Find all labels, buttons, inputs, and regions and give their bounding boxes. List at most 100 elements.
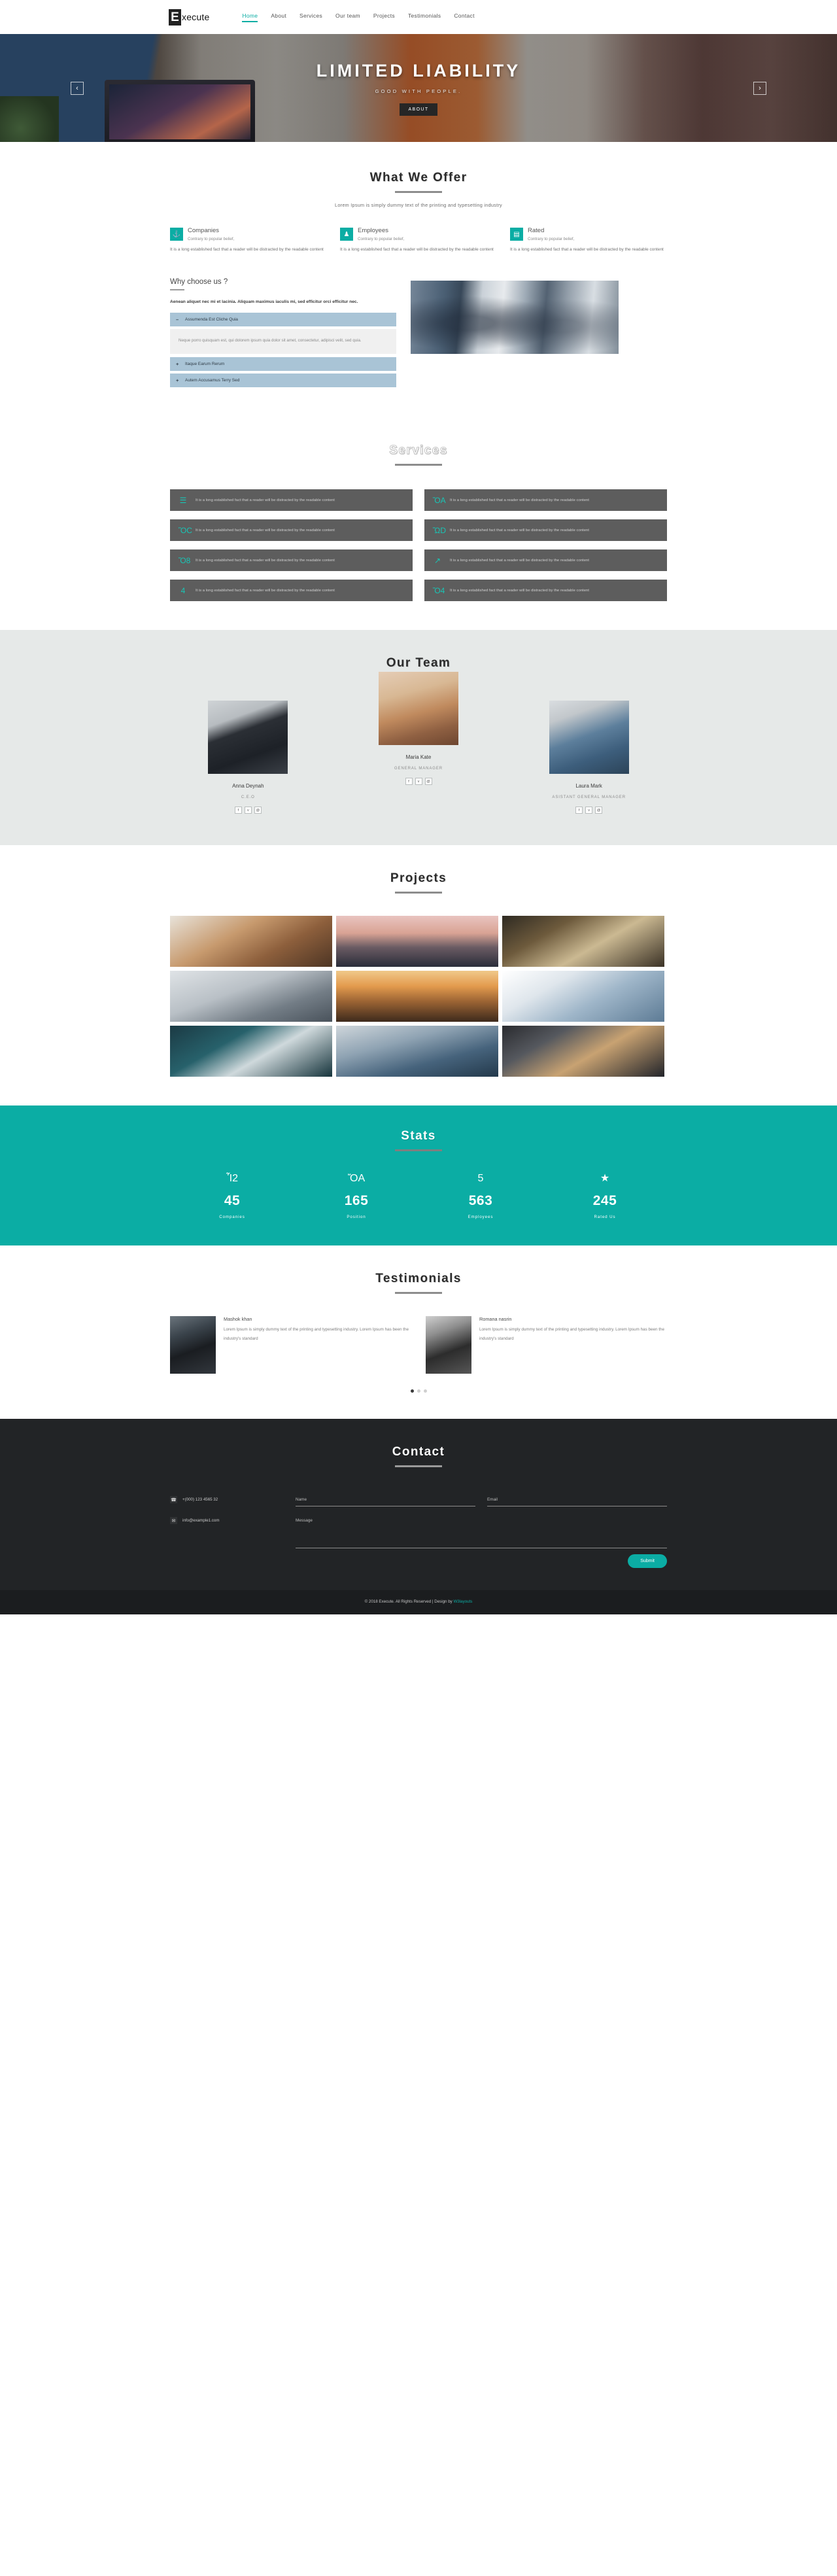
- name-input[interactable]: [296, 1497, 475, 1506]
- contact-section: Contact ☎ +(000) 123 4565 32 ✉ info@exam…: [0, 1419, 837, 1590]
- contact-heading-rule: [395, 1465, 442, 1467]
- team-member-card: Maria Kate GENERAL MANAGER f ᴠ @: [341, 672, 497, 785]
- plus-icon: +: [176, 361, 180, 367]
- accordion-label: Itaque Earum Rerum: [185, 362, 224, 366]
- project-thumbnail[interactable]: [502, 916, 664, 967]
- service-card-text: It is a long established fact that a rea…: [196, 527, 335, 534]
- projects-heading-rule: [395, 892, 442, 894]
- facebook-icon[interactable]: f: [405, 778, 413, 785]
- submit-button[interactable]: Submit: [628, 1554, 667, 1568]
- logo[interactable]: E xecute: [169, 9, 209, 26]
- what-we-offer-section: What We Offer Lorem Ipsum is simply dumm…: [0, 142, 837, 271]
- dribbble-icon[interactable]: @: [254, 807, 262, 814]
- offer-card: ▤ Rated Contrary to popular belief, It i…: [510, 228, 667, 254]
- people-icon: ὆5: [418, 1174, 543, 1184]
- project-thumbnail[interactable]: [502, 1026, 664, 1077]
- service-card[interactable]: ὌA It is a long established fact that a …: [424, 489, 667, 511]
- service-card[interactable]: ὬD It is a long established fact that a …: [424, 519, 667, 541]
- carousel-dot[interactable]: [411, 1389, 414, 1393]
- nav-item-contact[interactable]: Contact: [454, 12, 474, 22]
- shopping-bag-icon: ὬD: [433, 526, 442, 535]
- offer-card-title: Rated: [528, 228, 574, 235]
- project-thumbnail[interactable]: [170, 1026, 332, 1077]
- accordion-item-1[interactable]: – Assumenda Est Cliche Quia: [170, 313, 396, 326]
- carousel-dot[interactable]: [424, 1389, 427, 1393]
- twitter-icon[interactable]: ᴠ: [415, 778, 422, 785]
- project-thumbnail[interactable]: [336, 971, 498, 1022]
- service-card[interactable]: ☰ It is a long established fact that a r…: [170, 489, 413, 511]
- building-icon: Ἶ2: [170, 1174, 294, 1184]
- offer-card-subtitle: Contrary to popular belief,: [188, 237, 234, 241]
- designer-link[interactable]: W3layouts: [453, 1599, 472, 1604]
- team-member-name: Anna Deynah: [170, 783, 326, 789]
- service-card-text: It is a long established fact that a rea…: [196, 496, 335, 504]
- avatar: [170, 1316, 216, 1374]
- team-member-card: Anna Deynah C.E.O f ᴠ @: [170, 701, 326, 814]
- offer-card-grid: ⚓ Companies Contrary to popular belief, …: [170, 228, 667, 254]
- service-card[interactable]: Ὄ4 It is a long established fact that a …: [424, 580, 667, 601]
- offer-card-subtitle: Contrary to popular belief,: [528, 237, 574, 241]
- offer-card-body: It is a long established fact that a rea…: [340, 246, 497, 254]
- dribbble-icon[interactable]: @: [425, 778, 432, 785]
- nav-item-our-team[interactable]: Our team: [335, 12, 360, 22]
- accordion-panel-1: Neque porro quisquam est, qui dolorem ip…: [170, 329, 396, 354]
- carousel-next-icon[interactable]: ›: [753, 82, 766, 95]
- stat-item: Ἶ2 45 Companies: [170, 1174, 294, 1219]
- nav-item-about[interactable]: About: [271, 12, 286, 22]
- twitter-icon[interactable]: ᴠ: [585, 807, 592, 814]
- offer-card: ♟ Employees Contrary to popular belief, …: [340, 228, 497, 254]
- project-thumbnail[interactable]: [502, 971, 664, 1022]
- why-lead-text: Aenean aliquet nec mi et lacinia. Aliqua…: [170, 298, 396, 307]
- stat-number: 563: [418, 1193, 543, 1209]
- twitter-icon[interactable]: ᴠ: [245, 807, 252, 814]
- service-card[interactable]: ὋC It is a long established fact that a …: [170, 519, 413, 541]
- facebook-icon[interactable]: f: [575, 807, 583, 814]
- nav-item-projects[interactable]: Projects: [373, 12, 395, 22]
- service-card-text: It is a long established fact that a rea…: [450, 557, 589, 565]
- offer-card: ⚓ Companies Contrary to popular belief, …: [170, 228, 327, 254]
- document-icon: Ὄ4: [433, 586, 442, 595]
- briefcase-icon: ὋC: [179, 526, 188, 535]
- why-choose-us-image: [411, 281, 619, 354]
- testimonial-body: Lorem Ipsum is simply dummy text of the …: [224, 1325, 411, 1342]
- service-card-text: It is a long established fact that a rea…: [450, 496, 589, 504]
- project-thumbnail[interactable]: [336, 916, 498, 967]
- accordion-item-3[interactable]: + Autem Accusamus Terry Sed: [170, 374, 396, 387]
- team-grid: Anna Deynah C.E.O f ᴠ @ Maria Kate GENER…: [170, 701, 667, 814]
- team-member-name: Laura Mark: [511, 783, 667, 789]
- service-card[interactable]: ↗ It is a long established fact that a r…: [424, 549, 667, 571]
- contact-info: ☎ +(000) 123 4565 32 ✉ info@example1.com: [170, 1492, 281, 1538]
- project-thumbnail[interactable]: [170, 971, 332, 1022]
- hero-about-button[interactable]: ABOUT: [400, 103, 437, 116]
- accordion-item-2[interactable]: + Itaque Earum Rerum: [170, 357, 396, 371]
- services-heading: Services: [170, 444, 667, 458]
- service-card[interactable]: ὆4 It is a long established fact that a …: [170, 580, 413, 601]
- email-input[interactable]: [487, 1497, 667, 1506]
- testimonials-section: Testimonials Mashok khan Lorem Ipsum is …: [0, 1245, 837, 1419]
- dribbble-icon[interactable]: @: [595, 807, 602, 814]
- carousel-dot[interactable]: [417, 1389, 420, 1393]
- hero-banner: ‹ › LIMITED LIABILITY GOOD WITH PEOPLE. …: [0, 34, 837, 142]
- project-thumbnail[interactable]: [170, 916, 332, 967]
- phone-icon: ☎: [170, 1496, 177, 1503]
- stat-number: 245: [543, 1193, 667, 1209]
- testimonials-heading: Testimonials: [170, 1272, 667, 1286]
- testimonial-author: Romana nasrin: [479, 1316, 667, 1322]
- testimonial-author: Mashok khan: [224, 1316, 411, 1322]
- facebook-icon[interactable]: f: [235, 807, 242, 814]
- offer-card-body: It is a long established fact that a rea…: [170, 246, 327, 254]
- offer-card-subtitle: Contrary to popular belief,: [358, 237, 404, 241]
- service-card[interactable]: Ὄ8 It is a long established fact that a …: [170, 549, 413, 571]
- line-chart-icon: Ὄ8: [179, 556, 188, 565]
- project-thumbnail[interactable]: [336, 1026, 498, 1077]
- nav-item-services[interactable]: Services: [299, 12, 322, 22]
- team-social-links: f ᴠ @: [170, 807, 326, 814]
- carousel-prev-icon[interactable]: ‹: [71, 82, 84, 95]
- message-input[interactable]: [296, 1518, 667, 1548]
- minus-icon: –: [176, 317, 180, 322]
- logo-mark: E: [169, 9, 181, 26]
- people-icon: ♟: [340, 228, 353, 241]
- nav-item-testimonials[interactable]: Testimonials: [408, 12, 441, 22]
- nav-item-home[interactable]: Home: [242, 12, 258, 22]
- our-team-section: Our Team Anna Deynah C.E.O f ᴠ @ Maria K…: [0, 630, 837, 845]
